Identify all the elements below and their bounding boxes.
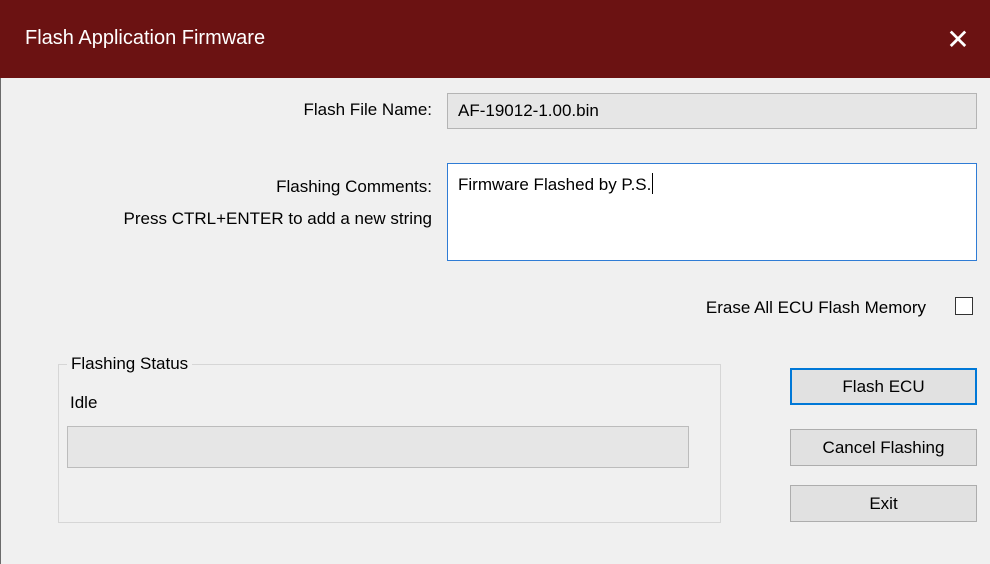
flash-progress-bar [67,426,689,468]
erase-memory-label: Erase All ECU Flash Memory [705,298,926,317]
comments-text: Firmware Flashed by P.S. [458,175,652,194]
text-caret [652,173,654,194]
window-border [0,78,1,564]
close-icon: ✕ [946,23,970,55]
status-text: Idle [70,393,98,412]
window-title: Flash Application Firmware [25,27,266,49]
file-name-label: Flash File Name: [303,100,432,119]
file-name-field[interactable]: AF-19012-1.00.bin [447,93,977,129]
title-bar: Flash Application Firmware ✕ [0,0,990,78]
exit-button[interactable]: Exit [790,485,977,522]
close-button[interactable]: ✕ [926,0,990,78]
flashing-status-legend: Flashing Status [67,353,193,375]
comments-hint: Press CTRL+ENTER to add a new string [123,209,432,228]
erase-memory-checkbox[interactable] [955,297,973,315]
comments-input[interactable]: Firmware Flashed by P.S. [447,163,977,261]
flash-ecu-button[interactable]: Flash ECU [790,368,977,405]
cancel-flashing-button[interactable]: Cancel Flashing [790,429,977,466]
comments-label: Flashing Comments: [276,177,432,196]
